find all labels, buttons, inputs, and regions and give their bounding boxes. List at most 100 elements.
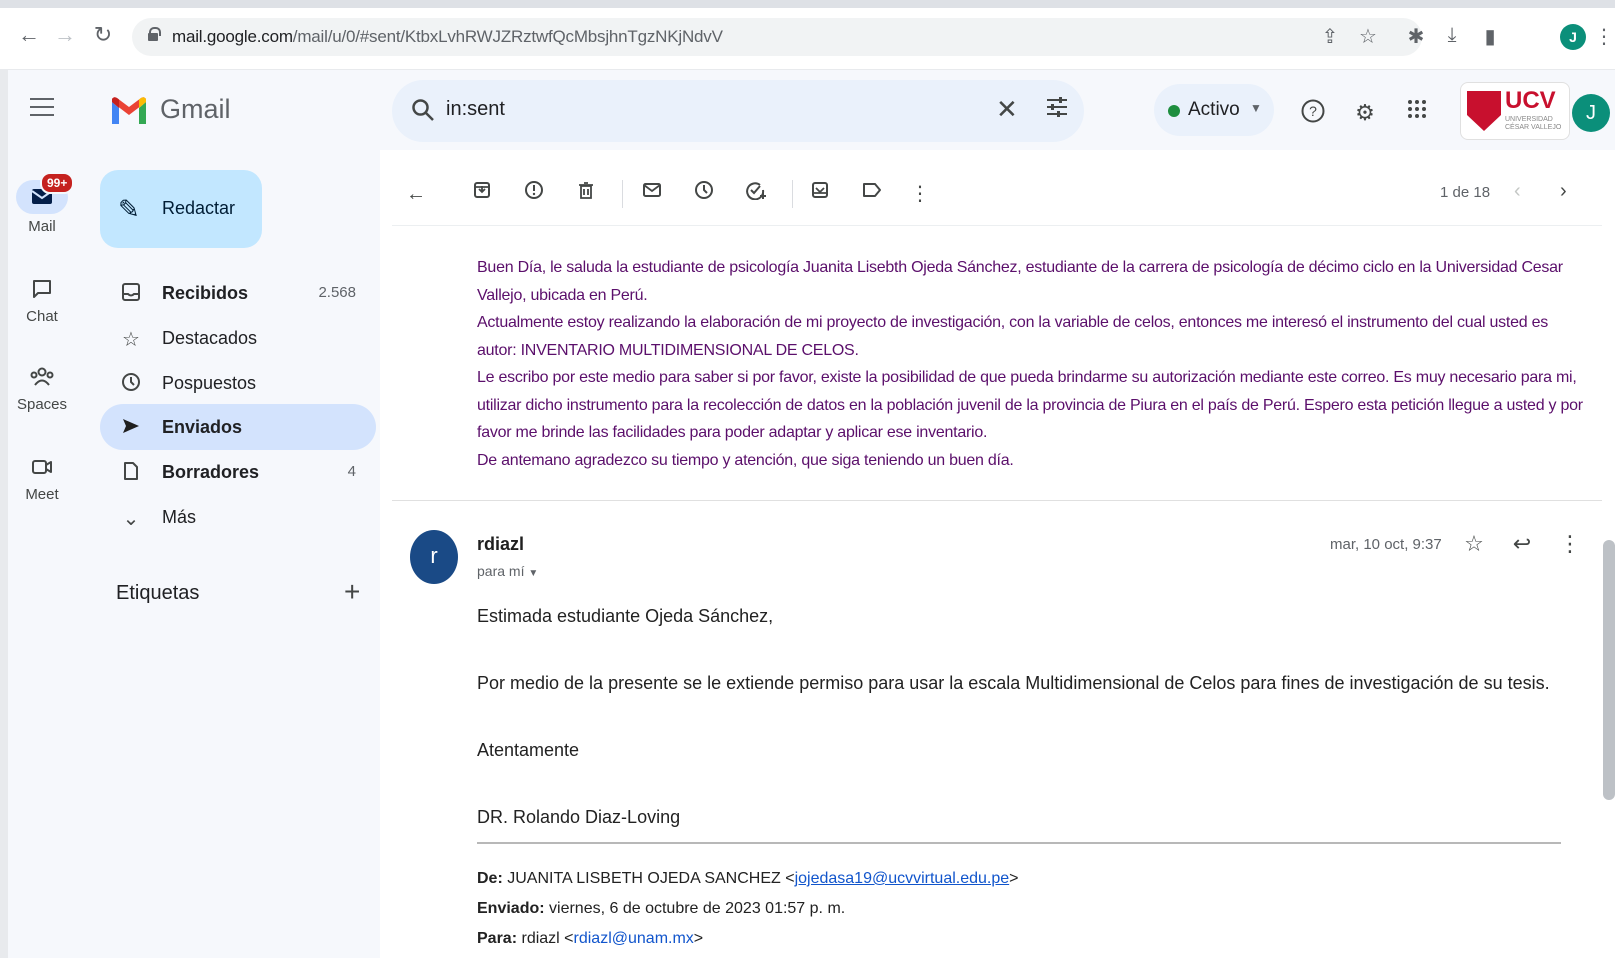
quoted-message-body: Buen Día, le saluda la estudiante de psi… (477, 254, 1585, 474)
add-label-icon[interactable]: + (344, 576, 360, 608)
side-panel-icon[interactable]: ▮ (1478, 24, 1502, 49)
sidebar-item-drafts[interactable]: Borradores 4 (100, 449, 376, 495)
sidebar-item-label: Destacados (162, 328, 258, 348)
account-avatar[interactable]: J (1572, 94, 1610, 132)
rail-chat-label: Chat (26, 308, 58, 325)
send-icon (120, 416, 142, 442)
sender-name[interactable]: rdiazl (477, 534, 524, 555)
lock-icon (148, 27, 161, 41)
sidebar-item-sent[interactable]: Enviados (100, 404, 376, 450)
settings-gear-icon[interactable]: ⚙ (1350, 98, 1380, 128)
gmail-m-icon (112, 97, 146, 124)
draft-icon (120, 461, 142, 487)
bookmark-star-icon[interactable]: ☆ (1356, 24, 1380, 49)
sender-avatar[interactable]: r (410, 530, 458, 584)
quoted-paragraph: De antemano agradezco su tiempo y atenci… (477, 451, 1014, 469)
ucv-subtitle: UNIVERSIDAD CÉSAR VALLEJO (1505, 116, 1562, 131)
search-bar[interactable]: in:sent ✕ (392, 80, 1084, 142)
sidebar-item-more[interactable]: ⌄ Más (100, 494, 376, 540)
archive-icon[interactable] (468, 180, 496, 208)
sidebar-item-starred[interactable]: ☆ Destacados (100, 315, 376, 361)
trash-icon[interactable] (572, 180, 600, 208)
sidebar-item-count: 4 (347, 463, 356, 480)
search-input[interactable]: in:sent (446, 98, 505, 121)
star-icon: ☆ (122, 329, 140, 351)
spaces-icon (0, 366, 84, 392)
message-more-icon[interactable]: ⋮ (1556, 530, 1584, 558)
inbox-icon (120, 282, 142, 308)
browser-menu-icon[interactable]: ⋮ (1594, 24, 1614, 49)
reply-signature: DR. Rolando Diaz-Loving (477, 807, 681, 827)
rail-chat[interactable]: Chat (0, 278, 84, 325)
star-message-icon[interactable]: ☆ (1460, 530, 1488, 558)
more-options-icon[interactable]: ⋮ (906, 180, 934, 208)
extensions-icon[interactable]: ✱ (1404, 24, 1428, 49)
quoted-paragraph: Le escribo por este medio para saber si … (477, 369, 1583, 441)
add-task-icon[interactable] (742, 180, 770, 208)
snooze-clock-icon[interactable] (690, 180, 718, 208)
organization-logo: UCV UNIVERSIDAD CÉSAR VALLEJO (1460, 82, 1570, 140)
clear-search-icon[interactable]: ✕ (996, 94, 1018, 125)
sidebar-item-label: Recibidos (162, 283, 249, 303)
back-arrow-icon[interactable]: ← (16, 22, 42, 48)
sidebar-item-snoozed[interactable]: Pospuestos (100, 360, 376, 406)
sidebar-item-count: 2.568 (318, 284, 356, 301)
main-menu-icon[interactable] (30, 98, 54, 116)
forward-arrow-icon[interactable]: → (52, 22, 78, 48)
status-selector[interactable]: Activo ▼ (1154, 84, 1274, 136)
video-camera-icon (0, 456, 84, 482)
sidebar-item-label: Pospuestos (162, 373, 257, 393)
back-to-list-icon[interactable]: ← (402, 180, 430, 208)
help-icon[interactable]: ? (1298, 98, 1328, 128)
sidebar-item-label: Enviados (162, 417, 243, 437)
address-bar[interactable]: mail.google.com/mail/u/0/#sent/KtbxLvhRW… (132, 18, 1422, 56)
rail-meet-label: Meet (25, 486, 59, 503)
reply-icon[interactable]: ↩ (1508, 530, 1536, 558)
toolbar-divider (622, 180, 623, 208)
toolbar-divider (792, 180, 793, 208)
gmail-wordmark: Gmail (160, 94, 231, 124)
scrollbar-thumb[interactable] (1603, 540, 1615, 800)
rail-spaces[interactable]: Spaces (0, 366, 84, 413)
caret-down-icon: ▼ (528, 568, 539, 579)
clock-icon (120, 372, 142, 398)
unread-badge: 99+ (40, 172, 75, 194)
labels-heading: Etiquetas (116, 582, 200, 604)
quoted-to-line: Para: rdiazl <rdiazl@unam.mx> (477, 930, 704, 947)
reload-icon[interactable]: ↻ (90, 22, 116, 48)
search-options-icon[interactable] (1044, 94, 1070, 126)
report-spam-icon[interactable] (520, 180, 548, 208)
browser-profile-avatar[interactable]: J (1560, 24, 1586, 50)
quoted-paragraph: Buen Día, le saluda la estudiante de psi… (477, 259, 1563, 304)
search-icon[interactable] (410, 97, 436, 123)
chevron-down-icon: ⌄ (122, 508, 140, 530)
recipient-label: para mí (477, 563, 525, 579)
to-email-link[interactable]: rdiazl@unam.mx (574, 930, 694, 947)
rail-meet[interactable]: Meet (0, 456, 84, 503)
move-to-icon[interactable] (806, 180, 834, 208)
message-divider (392, 500, 1602, 501)
message-toolbar: ← ⋮ (392, 170, 1602, 226)
compose-button[interactable]: ✎ Redactar (100, 170, 262, 248)
newer-chevron-left-icon[interactable]: ‹ (1514, 180, 1521, 203)
reply-greeting: Estimada estudiante Ojeda Sánchez, (477, 606, 774, 626)
from-email-link[interactable]: jojedasa19@ucvvirtual.edu.pe (795, 870, 1010, 887)
reply-closing: Atentamente (477, 740, 580, 760)
ucv-wordmark: UCV (1505, 87, 1556, 114)
share-icon[interactable]: ⇪ (1318, 24, 1342, 49)
pencil-icon: ✎ (118, 194, 140, 224)
tab-strip (0, 0, 1615, 8)
mark-unread-icon[interactable] (638, 180, 666, 208)
label-tag-icon[interactable] (858, 180, 886, 208)
download-icon[interactable]: ⤓ (1440, 24, 1464, 47)
status-dot (1168, 105, 1180, 117)
message-date: mar, 10 oct, 9:37 (1330, 536, 1442, 553)
older-chevron-right-icon[interactable]: › (1560, 180, 1567, 203)
apps-grid-icon[interactable] (1402, 98, 1432, 128)
sidebar-item-inbox[interactable]: Recibidos 2.568 (100, 270, 376, 316)
rail-mail-label: Mail (28, 218, 56, 235)
chat-icon (0, 278, 84, 304)
quote-separator-rule (477, 842, 1561, 844)
recipient-details-toggle[interactable]: para mí ▼ (477, 563, 538, 579)
sidebar-item-label: Borradores (162, 462, 260, 482)
